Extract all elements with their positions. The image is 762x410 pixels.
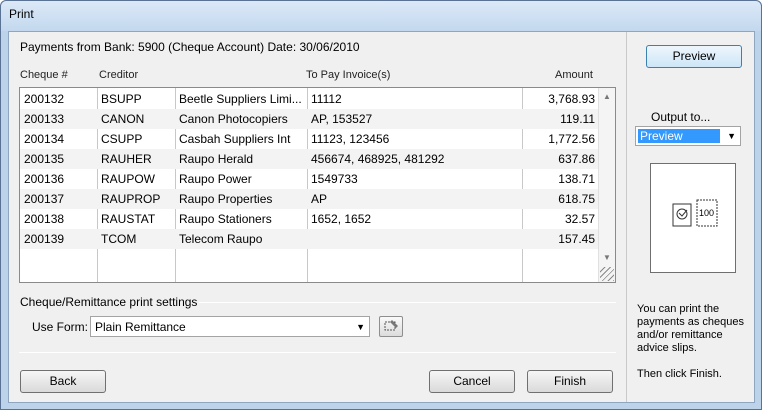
cell-amount: 618.75 (558, 192, 595, 206)
print-dialog: Print Payments from Bank: 5900 (Cheque A… (0, 0, 762, 410)
cell-name: Raupo Herald (179, 152, 254, 166)
cell-cheque: 200135 (24, 152, 65, 166)
cell-code: RAUSTAT (101, 212, 156, 226)
cell-amount: 637.86 (558, 152, 595, 166)
cell-amount: 3,768.93 (548, 92, 595, 106)
cell-invoices: AP, 153527 (311, 112, 373, 126)
cell-amount: 157.45 (558, 232, 595, 246)
printer-preview-icon (672, 199, 718, 227)
cell-invoices: 11112 (311, 92, 342, 106)
help-text: You can print the payments as cheques an… (637, 303, 749, 394)
output-preview-box: 100 (650, 163, 736, 273)
cell-cheque: 200136 (24, 172, 65, 186)
table-row[interactable]: 200138 RAUSTAT Raupo Stationers 1652, 1652 3… (20, 209, 598, 229)
use-form-value: Plain Remittance (95, 320, 186, 334)
cell-code: TCOM (101, 232, 137, 246)
table-row[interactable]: 200132 BSUPP Beetle Suppliers Limi... 11112… (20, 89, 598, 109)
cell-cheque: 200133 (24, 112, 65, 126)
column-header-invoices[interactable]: To Pay Invoice(s) (306, 69, 390, 81)
cell-cheque: 200137 (24, 192, 65, 206)
cell-name: Canon Photocopiers (179, 112, 288, 126)
cell-amount: 119.11 (560, 112, 595, 126)
cell-code: CANON (101, 112, 145, 126)
cell-invoices: 456674, 468925, 481292 (311, 152, 445, 166)
table-row[interactable]: 200136 RAUPOW Raupo Power 1549733 138.71 (20, 169, 598, 189)
cell-code: RAUPOW (101, 172, 155, 186)
footer-divider (19, 352, 616, 353)
cell-name: Raupo Power (179, 172, 252, 186)
cell-name: Casbah Suppliers Int (179, 132, 291, 146)
column-header-amount[interactable]: Amount (555, 69, 593, 81)
output-to-label: Output to... (651, 110, 711, 124)
cell-code: RAUPROP (101, 192, 161, 206)
cell-invoices: 1652, 1652 (311, 212, 372, 226)
output-to-value: Preview (638, 129, 720, 143)
resize-grip-icon[interactable] (600, 267, 614, 281)
table-row[interactable]: 200135 RAUHER Raupo Herald 456674, 468925, … (20, 149, 598, 169)
scroll-down-arrow-icon[interactable]: ▼ (603, 253, 611, 262)
chevron-down-icon[interactable]: ▼ (356, 322, 365, 332)
output-to-select[interactable]: Preview ▼ (635, 126, 741, 146)
print-settings-label: Cheque/Remittance print settings (20, 295, 198, 309)
table-row[interactable]: 200137 RAUPROP Raupo Properties AP 618.75 (20, 189, 598, 209)
dialog-content: Payments from Bank: 5900 (Cheque Account… (8, 31, 755, 403)
cell-cheque: 200134 (24, 132, 65, 146)
edit-form-button[interactable] (379, 316, 403, 337)
cell-amount: 32.57 (564, 212, 595, 226)
cell-invoices: 11123, 123456 (311, 132, 390, 146)
cell-cheque: 200138 (24, 212, 65, 226)
output-panel: Preview Output to... Preview ▼ 100 You c… (626, 32, 754, 402)
preview-button[interactable]: Preview (646, 45, 742, 68)
cell-name: Raupo Stationers (179, 212, 272, 226)
window-title: Print (9, 7, 34, 21)
form-edit-icon (384, 320, 398, 331)
help-text-line-2: Then click Finish. (637, 368, 722, 380)
cell-amount: 1,772.56 (548, 132, 595, 146)
use-form-label: Use Form: (32, 320, 89, 334)
cell-amount: 138.71 (558, 172, 595, 186)
table-row[interactable]: 200134 CSUPP Casbah Suppliers Int 11123, 12… (20, 129, 598, 149)
section-divider (199, 302, 616, 303)
vertical-scrollbar[interactable]: ▲ ▼ (598, 88, 615, 282)
cell-invoices: AP (311, 192, 328, 206)
preview-percentage: 100 (699, 208, 715, 218)
payment-header: Payments from Bank: 5900 (Cheque Account… (20, 40, 360, 54)
column-header-cheque[interactable]: Cheque # (20, 69, 68, 81)
use-form-select[interactable]: Plain Remittance ▼ (90, 316, 370, 337)
table-row[interactable]: 200139 TCOM Telecom Raupo 157.45 (20, 229, 598, 249)
cell-code: CSUPP (101, 132, 143, 146)
cell-name: Raupo Properties (179, 192, 273, 206)
help-text-line-1: You can print the payments as cheques an… (637, 303, 745, 354)
back-button[interactable]: Back (20, 370, 106, 393)
scroll-up-arrow-icon[interactable]: ▲ (603, 92, 611, 101)
cell-cheque: 200132 (24, 92, 65, 106)
finish-button[interactable]: Finish (527, 370, 613, 393)
cancel-button[interactable]: Cancel (429, 370, 515, 393)
cell-cheque: 200139 (24, 232, 65, 246)
cell-invoices: 1549733 (311, 172, 358, 186)
payments-table[interactable]: 200132 BSUPP Beetle Suppliers Limi... 11112… (19, 87, 616, 283)
cell-code: BSUPP (101, 92, 142, 106)
column-header-creditor[interactable]: Creditor (99, 69, 138, 81)
cell-name: Telecom Raupo (179, 232, 263, 246)
cell-name: Beetle Suppliers Limi... (179, 92, 302, 106)
table-row[interactable]: 200133 CANON Canon Photocopiers AP, 153527 1… (20, 109, 598, 129)
title-bar: Print (1, 1, 761, 31)
cell-code: RAUHER (101, 152, 152, 166)
chevron-down-icon[interactable]: ▼ (727, 131, 736, 141)
